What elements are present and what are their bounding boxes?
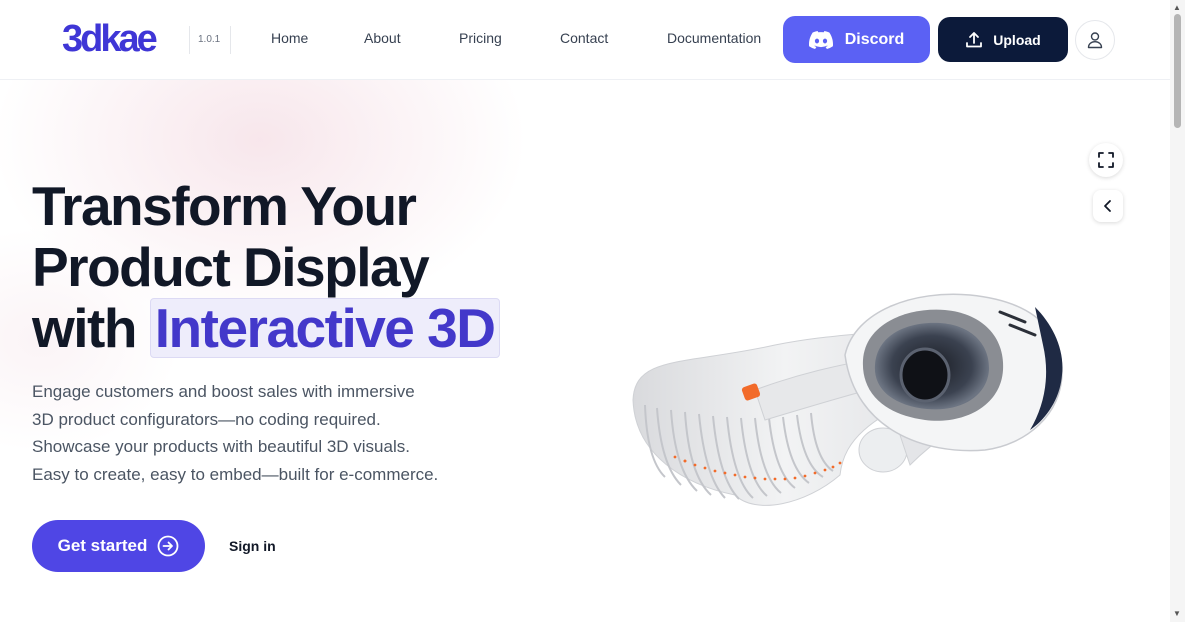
nav-pricing[interactable]: Pricing <box>459 30 502 46</box>
get-started-label: Get started <box>57 536 148 555</box>
upload-icon <box>966 31 983 47</box>
subtext-line-3: Showcase your products with beautiful 3D… <box>32 437 410 456</box>
user-icon <box>1087 32 1103 49</box>
sign-in-link[interactable]: Sign in <box>229 538 276 554</box>
hero-subtext: Engage customers and boost sales with im… <box>32 378 438 488</box>
discord-icon <box>808 30 833 49</box>
headline-with: with <box>32 297 137 359</box>
scroll-up-arrow-icon[interactable]: ▲ <box>1173 4 1181 12</box>
site-header: 3dkae 1.0.1 Home About Pricing Contact D… <box>0 0 1170 80</box>
svg-text:3dkae: 3dkae <box>62 18 157 58</box>
subtext-line-2: 3D product configurators—no coding requi… <box>32 409 381 429</box>
get-started-button[interactable]: Get started <box>32 520 205 572</box>
vr-headset-model[interactable] <box>625 215 1070 515</box>
upload-button[interactable]: Upload <box>938 17 1068 62</box>
hero-headline: Transform Your Product Display with Inte… <box>32 176 500 359</box>
scroll-down-arrow-icon[interactable]: ▼ <box>1173 610 1181 618</box>
headline-line-2: Product Display <box>32 236 430 298</box>
nav-about[interactable]: About <box>364 30 401 46</box>
fullscreen-button[interactable] <box>1089 143 1123 177</box>
version-badge: 1.0.1 <box>189 26 232 54</box>
subtext-line-4: Easy to create, easy to embed—built for … <box>32 464 439 484</box>
headline-highlight: Interactive 3D <box>149 298 500 358</box>
chevron-left-icon <box>1104 200 1111 212</box>
arrow-right-circle-icon <box>157 535 179 557</box>
logo[interactable]: 3dkae <box>62 18 180 58</box>
upload-label: Upload <box>993 31 1041 48</box>
page-scrollbar[interactable]: ▲ ▼ <box>1170 0 1185 622</box>
headline-line-3: with Interactive 3D <box>32 298 500 359</box>
headline-line-1: Transform Your <box>32 175 417 237</box>
nav-documentation[interactable]: Documentation <box>667 30 761 46</box>
discord-button[interactable]: Discord <box>783 16 930 63</box>
nav-home[interactable]: Home <box>271 30 308 46</box>
hero-section: Transform Your Product Display with Inte… <box>0 80 1170 622</box>
scrollbar-thumb[interactable] <box>1174 14 1181 128</box>
subtext-line-1: Engage customers and boost sales with im… <box>32 382 415 401</box>
discord-label: Discord <box>844 30 905 48</box>
collapse-panel-button[interactable] <box>1093 190 1123 222</box>
user-menu-button[interactable] <box>1075 20 1115 60</box>
nav-contact[interactable]: Contact <box>560 30 608 46</box>
fullscreen-icon <box>1098 152 1114 168</box>
